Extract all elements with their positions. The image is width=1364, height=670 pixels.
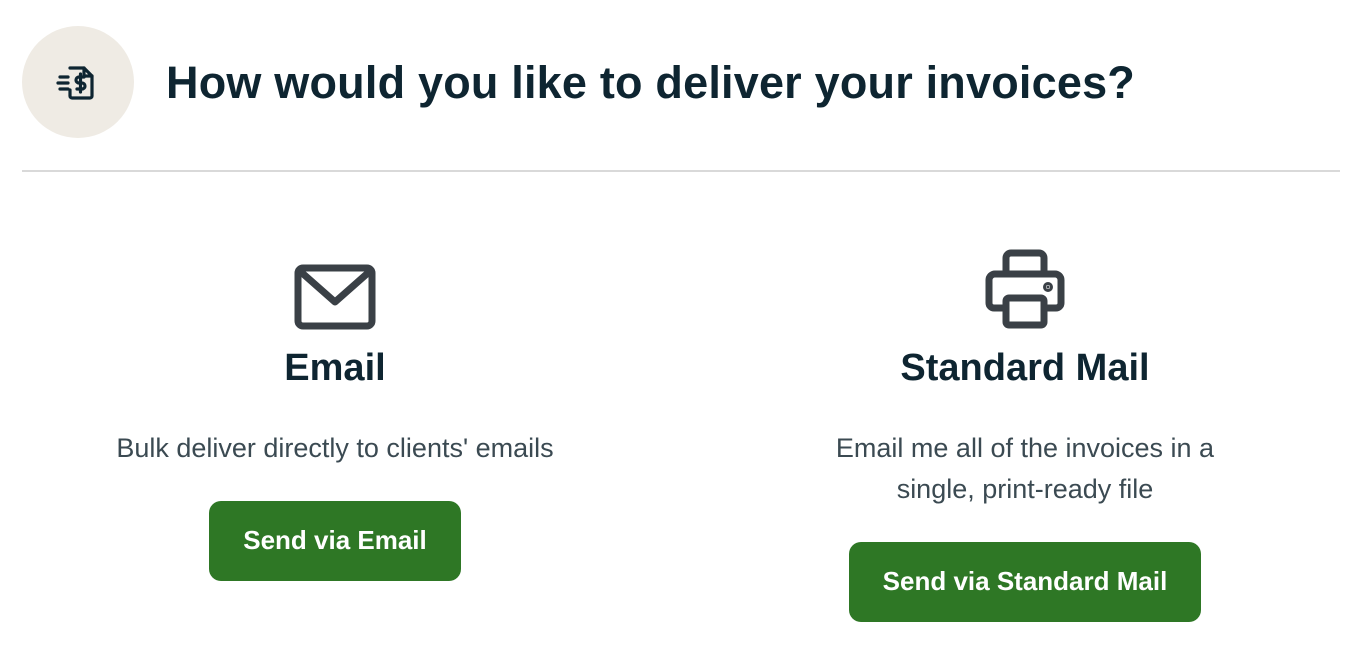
- standard-mail-option: Standard Mail Email me all of the invoic…: [750, 240, 1300, 622]
- send-via-email-button[interactable]: Send via Email: [209, 500, 461, 581]
- page-title: How would you like to deliver your invoi…: [166, 56, 1135, 108]
- email-option: Email Bulk deliver directly to clients' …: [60, 240, 610, 581]
- email-option-title: Email: [284, 347, 386, 389]
- invoice-dollar-icon: [22, 26, 134, 138]
- printer-icon: [984, 240, 1066, 330]
- page-header: How would you like to deliver your invoi…: [22, 26, 1340, 138]
- header-divider: [22, 170, 1340, 172]
- standard-mail-option-description: Email me all of the invoices in a single…: [835, 432, 1215, 504]
- standard-mail-option-title: Standard Mail: [900, 347, 1150, 389]
- envelope-icon: [294, 240, 376, 330]
- email-option-description: Bulk deliver directly to clients' emails: [116, 432, 554, 463]
- send-via-standard-mail-button[interactable]: Send via Standard Mail: [848, 541, 1202, 622]
